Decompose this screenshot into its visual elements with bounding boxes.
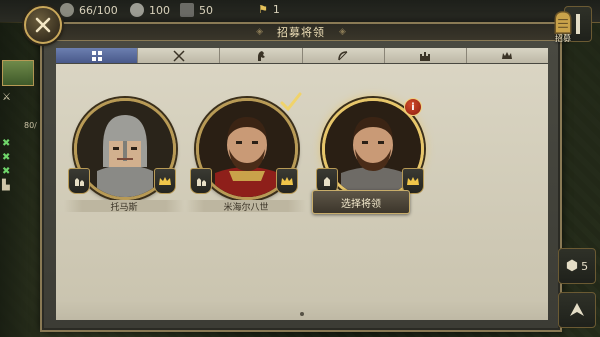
select-general-button[interactable]: 选择将领 [312,190,410,214]
tab-archer[interactable] [302,48,385,63]
chess-pieces-badge [190,168,212,194]
march-arrow-icon [570,303,584,316]
hero-name: 托马斯 [110,202,138,213]
tab-cavalry[interactable] [220,48,303,63]
hero-name-plate: 托马斯 [64,200,184,213]
hero-list: 托马斯 米海尔八世 i 选择将领 [56,64,548,320]
chess-pieces-badge [68,168,90,194]
tab-infantry[interactable] [138,48,221,63]
left-sidebar: ⚔ 80/ ✖ ✖ ✖ ▙ [0,22,40,337]
crown-icon [159,177,171,185]
hero-card[interactable]: i 选择将领 [312,98,432,228]
crown-icon [281,177,293,185]
crown-badge [276,168,298,194]
crown-icon [502,51,513,59]
resource-stack-icon: ⬢ [565,258,579,274]
recruit-button[interactable]: 招募 [544,6,582,44]
info-badge[interactable]: i [404,98,422,116]
crown-icon [407,177,419,185]
page-indicator-dot [300,312,304,316]
manpower-icon [60,3,74,17]
title-ornament-left: ◈ [256,27,263,37]
tab-royal[interactable] [466,48,549,63]
iron-icon [180,3,194,17]
flag-icon: ⚑ [258,3,268,16]
resources-button[interactable]: ⬢ 5 [558,248,596,284]
hero-name-plate: 米海尔八世 [186,200,306,213]
coins-value: 100 [149,3,170,17]
iron-stat: 50 [180,3,213,17]
crossed-swords-icon [173,49,185,62]
tab-all[interactable] [56,48,139,63]
x-mark-icon: ✖ [2,152,11,163]
coins-stat: 100 [130,3,170,17]
castle-icon [420,51,431,61]
chess-piece-icon [324,177,330,186]
chess-pieces-icon [75,178,84,186]
close-button[interactable] [24,6,62,44]
resource-count: 5 [581,259,589,273]
side-count: 80/ [24,121,37,130]
checkmark-icon [280,92,302,112]
status-bar: 66/100 100 50 ⚑ 1 [0,0,600,23]
hero-name: 米海尔八世 [223,202,269,213]
select-general-label: 选择将领 [341,198,381,210]
bow-icon [338,50,348,60]
flag-value: 1 [272,3,280,16]
panel-title: 招募将领 [277,26,325,39]
title-ornament-right: ◈ [339,27,346,37]
crown-badge [154,168,176,194]
filter-tabs [56,48,549,63]
side-icon-flag[interactable]: ⚔ [2,92,11,103]
hero-card[interactable]: 米海尔八世 [186,92,306,228]
x-mark-icon: ✖ [2,166,11,177]
side-thumbnail[interactable] [2,60,34,86]
flag-stat: ⚑ 1 [258,3,280,16]
horse-head-icon [257,50,265,61]
grid-icon [91,50,102,61]
boot-icon: ▙ [2,180,10,191]
panel-title-bar: ◈ 招募将领 ◈ [42,24,560,41]
iron-value: 50 [199,3,213,17]
march-button[interactable] [558,292,596,328]
manpower-value: 66/100 [79,3,118,17]
manpower-stat: 66/100 [60,3,118,17]
x-mark-icon: ✖ [2,138,11,149]
chess-pieces-icon [197,178,206,186]
coin-icon [130,3,144,17]
tab-siege[interactable] [384,48,467,63]
hero-card[interactable]: 托马斯 [64,98,184,228]
recruit-panel: ◈ 招募将领 ◈ 托马斯 米海尔八世 i 选择将领 [40,22,562,332]
recruit-label: 招募 [555,34,571,43]
close-icon [35,17,51,33]
